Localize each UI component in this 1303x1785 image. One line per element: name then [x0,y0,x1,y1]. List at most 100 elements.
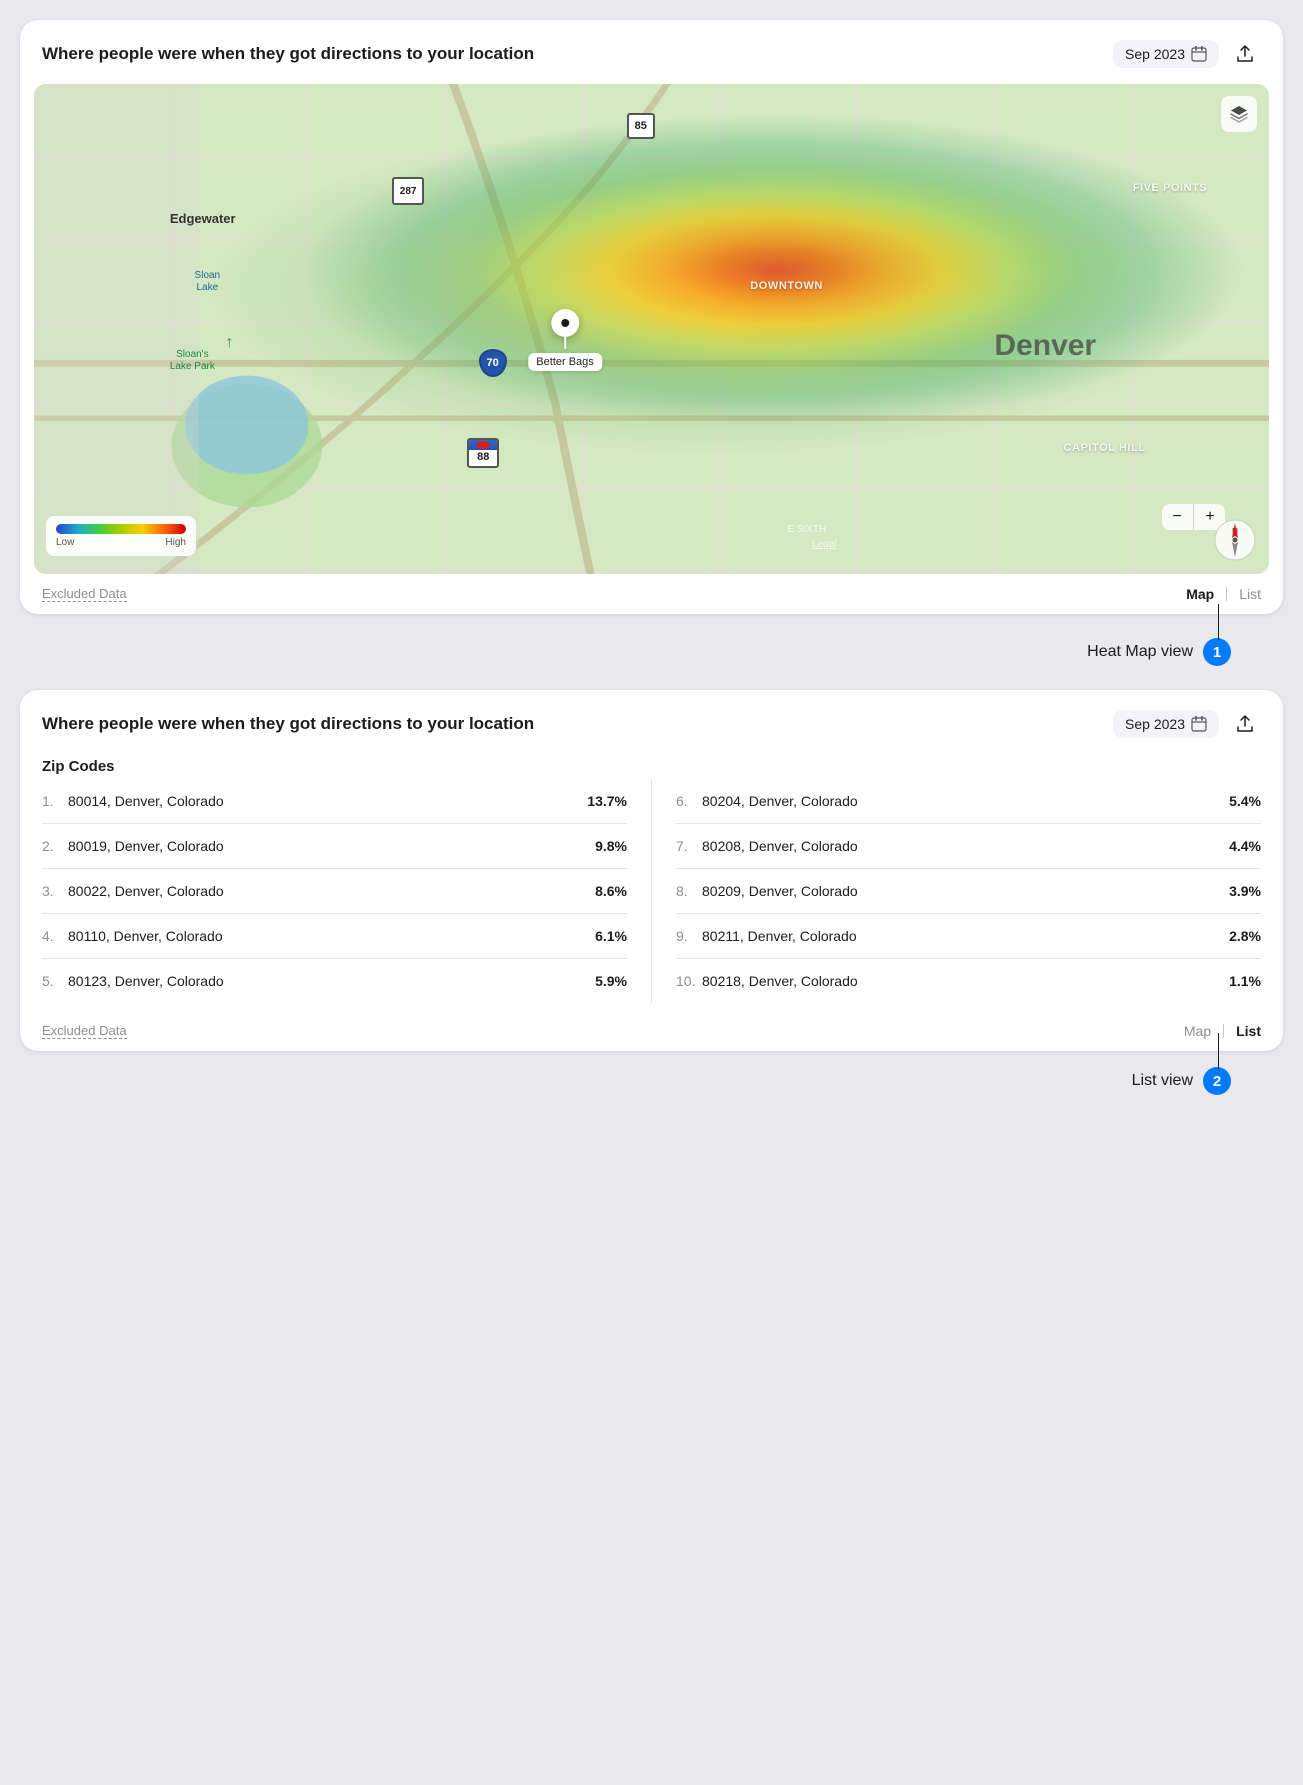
pin-circle [551,309,579,337]
list-item: 6. 80204, Denver, Colorado 5.4% [676,779,1261,824]
annotation-row-bottom: List view 2 [20,1067,1283,1095]
date-selector-bottom[interactable]: Sep 2023 [1113,710,1219,738]
zip-rank-10: 10. [676,973,696,989]
list-view-button-top[interactable]: List [1239,586,1261,602]
card-title-top: Where people were when they got directio… [42,44,534,64]
list-item: 2. 80019, Denver, Colorado 9.8% [42,824,627,869]
zip-name-6: 80204, Denver, Colorado [702,793,858,809]
legal-label: Legal [812,539,836,550]
zip-name-3: 80022, Denver, Colorado [68,883,224,899]
legend-labels: Low High [56,537,186,548]
zip-pct-9: 2.8% [1229,928,1261,944]
location-pin: Better Bags [528,309,601,371]
map-background: Edgewater SloanLake Sloan'sLake Park ↑ F… [34,84,1269,574]
highway-70: 70 [479,349,507,377]
list-item: 4. 80110, Denver, Colorado 6.1% [42,914,627,959]
highway-85: 85 [627,113,655,139]
list-item: 9. 80211, Denver, Colorado 2.8% [676,914,1261,959]
header-controls-top: Sep 2023 [1113,38,1261,70]
annotation-label-bottom: List view [1132,1072,1193,1090]
list-item: 1. 80014, Denver, Colorado 13.7% [42,779,627,824]
list-item: 8. 80209, Denver, Colorado 3.9% [676,869,1261,914]
sloan-park-label: Sloan'sLake Park [170,349,215,373]
date-selector-top[interactable]: Sep 2023 [1113,40,1219,68]
zip-pct-2: 9.8% [595,838,627,854]
zip-pct-5: 5.9% [595,973,627,989]
zip-codes-heading: Zip Codes [42,758,1261,775]
export-button-top[interactable] [1229,38,1261,70]
calendar-icon-top [1191,46,1207,62]
highway-287: 287 [392,177,424,205]
annotation-bubble-bottom: 2 [1203,1067,1231,1095]
zip-name-9: 80211, Denver, Colorado [702,928,857,944]
excluded-data-link-top[interactable]: Excluded Data [42,586,127,602]
compass-svg: N [1213,518,1257,562]
zoom-out-button[interactable]: − [1162,504,1192,530]
excluded-data-link-bottom[interactable]: Excluded Data [42,1023,127,1039]
zip-rank-1: 1. [42,793,62,809]
zip-rank-9: 9. [676,928,696,944]
zip-rank-8: 8. [676,883,696,899]
date-label-top: Sep 2023 [1125,46,1185,62]
legend-high-label: High [165,537,186,548]
zip-rank-6: 6. [676,793,696,809]
list-item: 5. 80123, Denver, Colorado 5.9% [42,959,627,1003]
header-controls-bottom: Sep 2023 [1113,708,1261,740]
compass: N [1213,518,1257,562]
legend-low-label: Low [56,537,74,548]
export-icon-top [1235,44,1255,64]
card-header-bottom: Where people were when they got directio… [20,690,1283,754]
denver-big-label: Denver [994,329,1096,363]
edgewater-label: Edgewater [170,211,236,226]
highway-88: 88 [466,437,500,469]
zip-pct-8: 3.9% [1229,883,1261,899]
annotation-row-top: Heat Map view 1 [20,638,1283,666]
map-layers-button[interactable] [1221,96,1257,132]
heatmap-container[interactable]: Edgewater SloanLake Sloan'sLake Park ↑ F… [34,84,1269,574]
svg-text:N: N [1232,527,1238,536]
card-header-top: Where people were when they got directio… [20,20,1283,84]
five-points-label: FIVE POINTS [1133,182,1208,194]
map-view-button-top[interactable]: Map [1186,586,1214,602]
list-view-button-bottom[interactable]: List [1236,1023,1261,1039]
export-button-bottom[interactable] [1229,708,1261,740]
map-view-button-bottom[interactable]: Map [1184,1023,1211,1039]
zip-rank-4: 4. [42,928,62,944]
zip-pct-4: 6.1% [595,928,627,944]
zip-codes-section: Zip Codes 1. 80014, Denver, Colorado 13.… [20,754,1283,1011]
zip-pct-1: 13.7% [587,793,627,809]
zip-pct-3: 8.6% [595,883,627,899]
zip-rank-5: 5. [42,973,62,989]
card-title-bottom: Where people were when they got directio… [42,714,534,734]
card-footer-top: Excluded Data Map List [20,574,1283,614]
zip-left-column: 1. 80014, Denver, Colorado 13.7% 2. 8001… [42,779,647,1003]
zip-name-1: 80014, Denver, Colorado [68,793,224,809]
list-item: 10. 80218, Denver, Colorado 1.1% [676,959,1261,1003]
annotation-label-top: Heat Map view [1087,643,1193,661]
heatmap-legend: Low High [46,516,196,556]
capitol-hill-label: CAPITOL HILL [1064,442,1146,454]
zip-pct-6: 5.4% [1229,793,1261,809]
zip-rank-2: 2. [42,838,62,854]
calendar-icon-bottom [1191,716,1207,732]
card-footer-bottom: Excluded Data Map List [20,1011,1283,1051]
column-divider [651,779,652,1003]
park-arrow: ↑ [225,334,233,352]
zip-name-10: 80218, Denver, Colorado [702,973,858,989]
zip-rank-3: 3. [42,883,62,899]
annotation-line-top [1218,604,1220,640]
zip-name-4: 80110, Denver, Colorado [68,928,223,944]
zip-rank-7: 7. [676,838,696,854]
pin-label: Better Bags [528,353,601,371]
sloan-lake-label: SloanLake [195,270,221,294]
zip-name-2: 80019, Denver, Colorado [68,838,224,854]
export-icon-bottom [1235,714,1255,734]
zip-list-wrapper: 1. 80014, Denver, Colorado 13.7% 2. 8001… [42,779,1261,1003]
heatmap-card: Where people were when they got directio… [20,20,1283,614]
zip-name-8: 80209, Denver, Colorado [702,883,858,899]
downtown-label: DOWNTOWN [750,280,823,292]
list-item: 7. 80208, Denver, Colorado 4.4% [676,824,1261,869]
annotation-line-bottom [1218,1033,1220,1069]
list-item: 3. 80022, Denver, Colorado 8.6% [42,869,627,914]
zip-name-5: 80123, Denver, Colorado [68,973,224,989]
